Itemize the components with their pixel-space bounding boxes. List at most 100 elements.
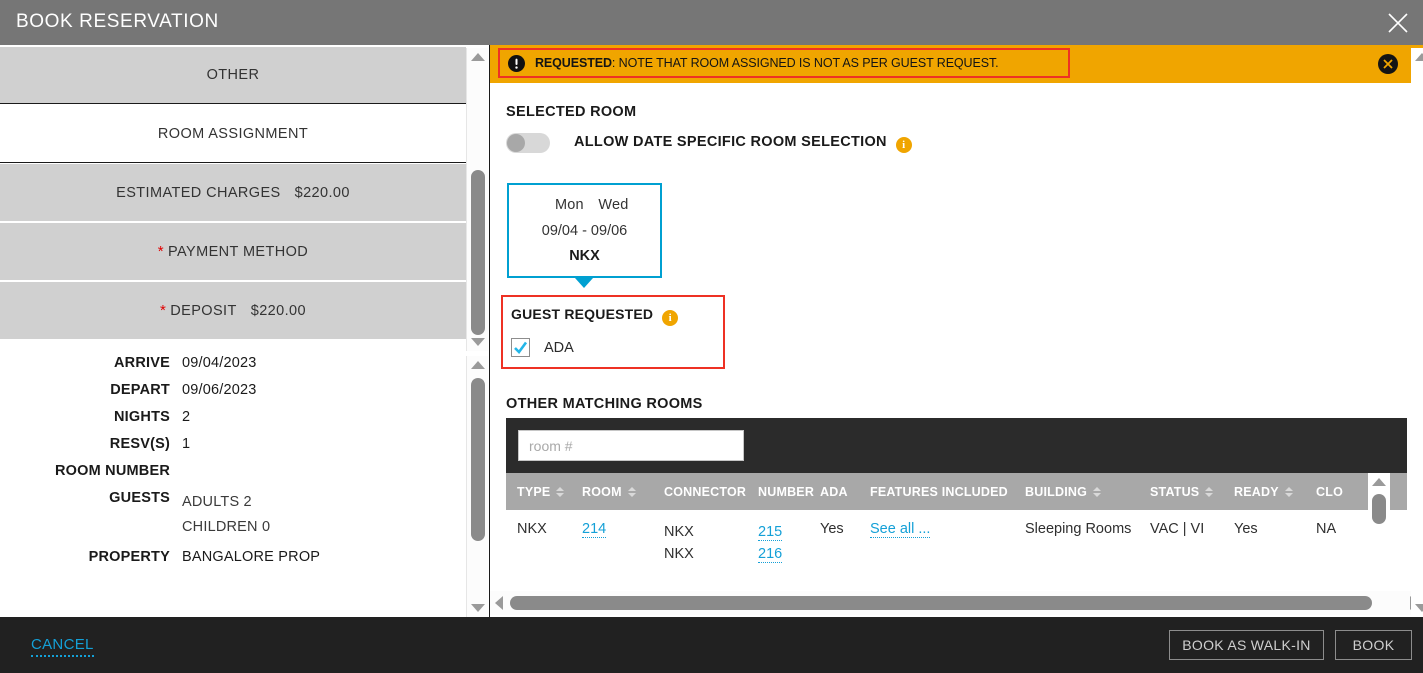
table-vertical-scrollbar[interactable] bbox=[1368, 473, 1390, 588]
guest-requested-heading-text: GUEST REQUESTED bbox=[511, 306, 654, 322]
number-link-2[interactable]: 216 bbox=[758, 546, 783, 564]
scroll-up-icon[interactable] bbox=[467, 48, 489, 66]
column-header-connector[interactable]: CONNECTOR bbox=[664, 485, 758, 499]
room-card-room-type: NKX bbox=[569, 248, 600, 264]
scroll-up-icon[interactable] bbox=[467, 356, 489, 374]
other-matching-rooms-table: TYPE ROOM CONNECTOR NUMBER ADA FEATURE bbox=[506, 418, 1407, 588]
cell-features: See all ... bbox=[870, 521, 1025, 538]
scrollbar-thumb[interactable] bbox=[1372, 494, 1386, 524]
section-label: OTHER bbox=[206, 67, 260, 83]
sort-icon[interactable] bbox=[556, 486, 565, 497]
selected-room-card[interactable]: Mon Wed 09/04 - 09/06 NKX bbox=[507, 183, 662, 278]
detail-row-nights: NIGHTS 2 bbox=[0, 409, 466, 425]
connector-value-1: NKX bbox=[664, 524, 694, 540]
column-header-type[interactable]: TYPE bbox=[506, 485, 582, 499]
room-link[interactable]: 214 bbox=[582, 521, 607, 538]
scrollbar-thumb[interactable] bbox=[471, 378, 485, 541]
column-label: TYPE bbox=[517, 484, 551, 499]
alert-separator: : bbox=[611, 56, 619, 70]
column-header-room[interactable]: ROOM bbox=[582, 485, 664, 499]
detail-label: GUESTS bbox=[109, 490, 170, 506]
column-header-closed[interactable]: CLO bbox=[1316, 485, 1376, 499]
sidebar-scrollbar-bottom[interactable] bbox=[466, 356, 488, 617]
detail-label: DEPART bbox=[110, 382, 170, 398]
guests-children: CHILDREN 0 bbox=[182, 519, 271, 536]
exclamation-icon bbox=[508, 54, 525, 72]
dialog-titlebar: BOOK RESERVATION bbox=[0, 0, 1423, 45]
alert-banner: REQUESTED: NOTE THAT ROOM ASSIGNED IS NO… bbox=[490, 45, 1423, 83]
info-icon[interactable]: i bbox=[895, 136, 912, 153]
guests-adults: ADULTS 2 bbox=[182, 494, 252, 510]
sidebar-item-deposit[interactable]: * DEPOSIT $220.00 bbox=[0, 282, 466, 340]
column-header-ada[interactable]: ADA bbox=[820, 485, 870, 499]
sort-icon[interactable] bbox=[1205, 486, 1214, 497]
panel-vertical-scrollbar[interactable] bbox=[1411, 48, 1423, 617]
column-header-status[interactable]: STATUS bbox=[1150, 485, 1234, 499]
cell-type: NKX bbox=[517, 521, 547, 537]
column-label: BUILDING bbox=[1025, 484, 1088, 499]
scrollbar-thumb[interactable] bbox=[510, 596, 1372, 610]
detail-label: RESV(S) bbox=[109, 436, 170, 452]
number-link-1[interactable]: 215 bbox=[758, 524, 783, 541]
cell-connector: NKX NKX bbox=[664, 521, 758, 565]
required-marker: * bbox=[157, 243, 165, 260]
column-header-features-included[interactable]: FEATURES INCLUDED bbox=[870, 485, 1025, 499]
detail-value: 2 bbox=[182, 409, 191, 425]
ada-checkbox[interactable] bbox=[511, 338, 530, 357]
column-header-ready[interactable]: READY bbox=[1234, 485, 1316, 499]
close-circle-icon[interactable] bbox=[1378, 54, 1398, 74]
column-header-number[interactable]: NUMBER bbox=[758, 485, 820, 499]
column-label: STATUS bbox=[1150, 484, 1200, 499]
detail-label: ARRIVE bbox=[114, 355, 170, 371]
allow-date-specific-room-selection-row: ALLOW DATE SPECIFIC ROOM SELECTION i bbox=[506, 133, 912, 153]
sidebar-item-payment-method[interactable]: * PAYMENT METHOD bbox=[0, 223, 466, 281]
section-label: PAYMENT METHOD bbox=[168, 243, 309, 260]
toggle-knob bbox=[507, 134, 525, 152]
scroll-down-icon[interactable] bbox=[467, 333, 489, 351]
toggle-label: ALLOW DATE SPECIFIC ROOM SELECTION i bbox=[574, 134, 912, 153]
room-card-date-range: 09/04 - 09/06 bbox=[541, 223, 628, 239]
cell-closed: NA bbox=[1316, 521, 1337, 537]
sidebar-item-room-assignment[interactable]: ROOM ASSIGNMENT bbox=[0, 105, 466, 163]
info-icon[interactable]: i bbox=[662, 310, 679, 326]
detail-value-group: ADULTS 2 CHILDREN 0 bbox=[182, 490, 270, 541]
scroll-down-icon[interactable] bbox=[1411, 599, 1423, 617]
alert-text: NOTE THAT ROOM ASSIGNED IS NOT AS PER GU… bbox=[618, 56, 999, 70]
allow-date-specific-toggle[interactable] bbox=[506, 133, 550, 153]
sort-icon[interactable] bbox=[1284, 486, 1293, 497]
selected-room-heading: SELECTED ROOM bbox=[506, 104, 637, 120]
table-header-row: TYPE ROOM CONNECTOR NUMBER ADA FEATURES … bbox=[506, 473, 1407, 510]
scroll-down-icon[interactable] bbox=[467, 599, 489, 617]
cancel-button[interactable]: CANCEL bbox=[31, 636, 94, 657]
scroll-up-icon[interactable] bbox=[1411, 48, 1423, 66]
column-header-building[interactable]: BUILDING bbox=[1025, 485, 1150, 499]
detail-row-guests: GUESTS ADULTS 2 CHILDREN 0 bbox=[0, 490, 466, 541]
scroll-left-icon[interactable] bbox=[490, 591, 508, 615]
table-horizontal-scrollbar[interactable] bbox=[490, 591, 1423, 615]
detail-label: ROOM NUMBER bbox=[55, 463, 170, 479]
scroll-up-icon[interactable] bbox=[1368, 473, 1390, 491]
table-row[interactable]: NKX 214 NKX NKX 215 216 Yes See all ... … bbox=[506, 510, 1407, 587]
column-label: FEATURES INCLUDED bbox=[870, 484, 1008, 499]
sidebar-item-other[interactable]: OTHER bbox=[0, 47, 466, 104]
detail-value: 09/06/2023 bbox=[182, 382, 257, 398]
book-button[interactable]: BOOK bbox=[1335, 630, 1412, 660]
cell-ada: Yes bbox=[820, 521, 844, 537]
sidebar-scrollbar-top[interactable] bbox=[466, 48, 488, 351]
detail-row-resvs: RESV(S) 1 bbox=[0, 436, 466, 452]
room-search-input[interactable] bbox=[518, 430, 744, 461]
column-label: READY bbox=[1234, 484, 1279, 499]
see-all-features-link[interactable]: See all ... bbox=[870, 521, 931, 538]
table-search-bar bbox=[506, 418, 1407, 473]
book-as-walk-in-button[interactable]: BOOK AS WALK-IN bbox=[1169, 630, 1324, 660]
scrollbar-thumb[interactable] bbox=[471, 170, 485, 335]
detail-row-room-number: ROOM NUMBER bbox=[0, 463, 466, 479]
close-icon[interactable] bbox=[1381, 6, 1415, 40]
connector-value-2: NKX bbox=[664, 546, 694, 563]
sort-icon[interactable] bbox=[1093, 486, 1102, 497]
section-amount: $220.00 bbox=[250, 302, 306, 319]
sort-icon[interactable] bbox=[627, 486, 636, 497]
reservation-details-list: ARRIVE 09/04/2023 DEPART 09/06/2023 NIGH… bbox=[0, 355, 466, 576]
room-card-day-start: Mon bbox=[555, 197, 584, 213]
sidebar-item-estimated-charges[interactable]: ESTIMATED CHARGES $220.00 bbox=[0, 164, 466, 222]
